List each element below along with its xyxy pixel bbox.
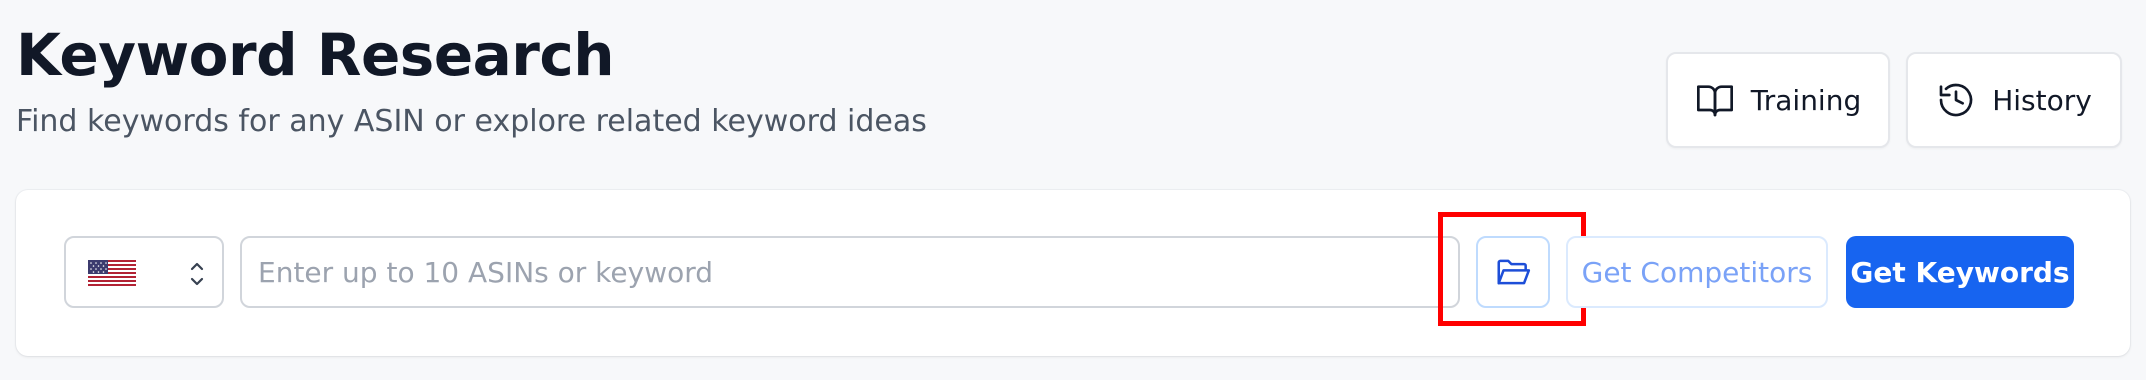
country-select[interactable] <box>64 236 224 308</box>
history-button[interactable]: History <box>1906 52 2122 148</box>
get-keywords-button[interactable]: Get Keywords <box>1846 236 2074 308</box>
asin-keyword-input[interactable] <box>240 236 1460 308</box>
book-open-icon <box>1695 80 1735 120</box>
training-button[interactable]: Training <box>1666 52 1890 148</box>
chevron-up-down-icon <box>188 258 206 290</box>
open-folder-button[interactable] <box>1476 236 1550 308</box>
history-icon <box>1936 80 1976 120</box>
page-subtitle: Find keywords for any ASIN or explore re… <box>16 104 927 139</box>
us-flag-icon <box>88 260 136 286</box>
keyword-research-page: Keyword Research Find keywords for any A… <box>0 0 2146 380</box>
training-label: Training <box>1750 83 1862 117</box>
page-title: Keyword Research <box>16 21 615 89</box>
get-competitors-button[interactable]: Get Competitors <box>1566 236 1828 308</box>
folder-open-icon <box>1494 253 1532 291</box>
history-label: History <box>1992 83 2092 117</box>
